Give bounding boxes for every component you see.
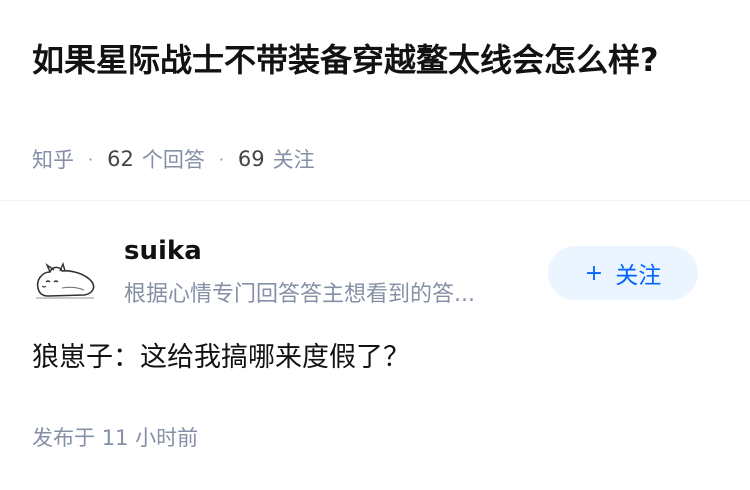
- sketch-cat-avatar-icon: [36, 261, 95, 299]
- publish-time-value: 11 小时前: [101, 426, 199, 450]
- answer-content[interactable]: 狼崽子：这给我搞哪来度假了？: [32, 338, 722, 378]
- plus-icon: +: [584, 260, 604, 286]
- question-meta: 知乎 · 62 个回答 · 69 关注: [32, 144, 315, 174]
- separator-dot: ·: [88, 149, 94, 169]
- divider: [0, 200, 750, 201]
- follow-button-label: 关注: [615, 263, 662, 289]
- separator-dot: ·: [218, 149, 224, 169]
- question-title[interactable]: 如果星际战士不带装备穿越鳌太线会怎么样?: [32, 36, 712, 84]
- author-name[interactable]: suika: [124, 236, 202, 266]
- author-avatar[interactable]: [32, 258, 100, 302]
- answers-count: 62: [107, 147, 134, 171]
- answers-label: 个回答: [141, 148, 205, 172]
- followers-label: 关注: [272, 148, 315, 172]
- author-bio: 根据心情专门回答答主想看到的答...: [124, 282, 475, 307]
- publish-label: 发布于: [32, 426, 95, 450]
- followers-count: 69: [237, 147, 265, 171]
- publish-time: 发布于 11 小时前: [32, 422, 198, 452]
- source-label[interactable]: 知乎: [32, 144, 74, 174]
- follow-button[interactable]: + 关注: [548, 246, 698, 300]
